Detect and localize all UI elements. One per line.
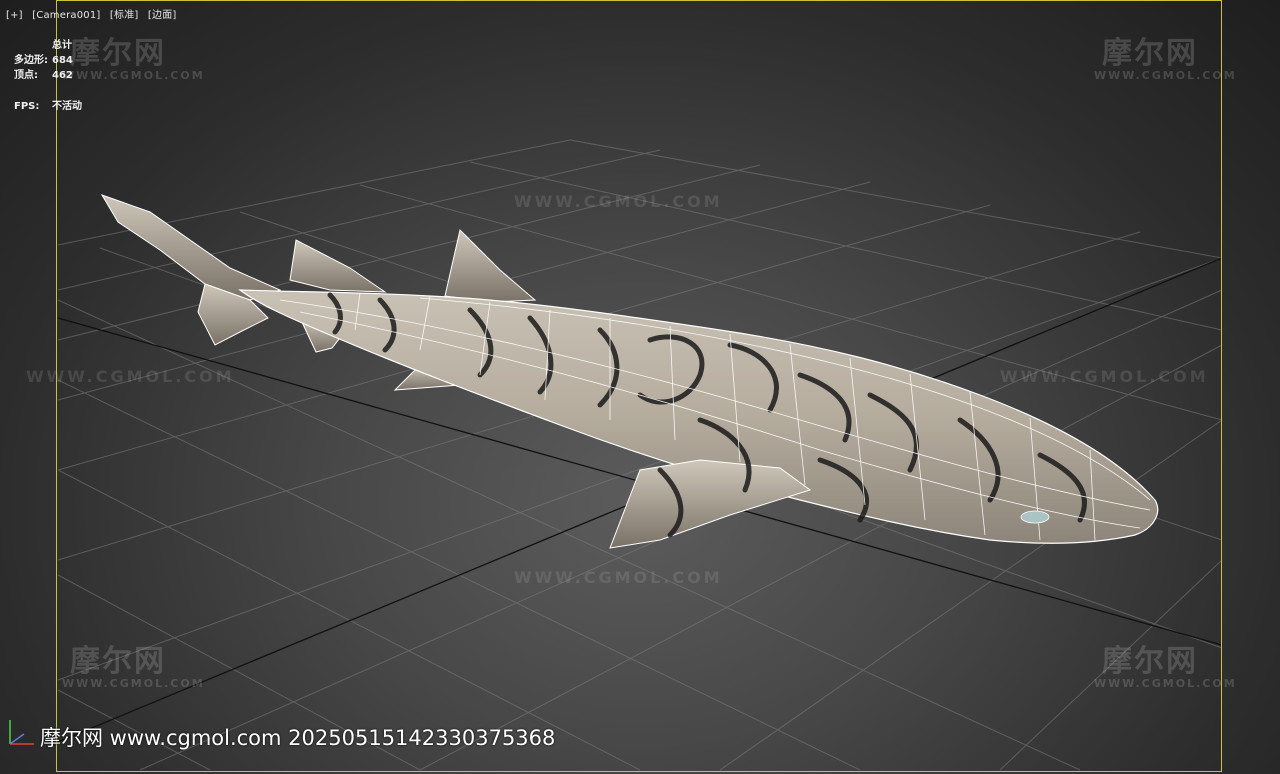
- max-viewport-screenshot: 摩尔网 WWW.CGMOL.COM 摩尔网 WWW.CGMOL.COM 摩尔网 …: [0, 0, 1280, 774]
- shark-second-dorsal-fin: [289, 239, 387, 293]
- stats-polygons-row: 多边形: 684: [14, 53, 82, 68]
- stats-fps-label: FPS:: [14, 101, 40, 112]
- stats-vertices-row: 顶点: 462: [14, 68, 82, 83]
- viewport-menu-edged-faces[interactable]: [边面]: [148, 10, 177, 21]
- shark-tail-upper: [100, 194, 282, 301]
- stats-fps-value: 不活动: [52, 101, 82, 112]
- viewport-menu-camera[interactable]: [Camera001]: [32, 10, 100, 21]
- stats-vertices-value: 462: [52, 70, 73, 81]
- stats-polygons-label: 多边形:: [14, 55, 48, 66]
- shark-model[interactable]: [100, 194, 1159, 549]
- stats-fps-row: FPS: 不活动: [14, 99, 82, 114]
- stats-header: 总计: [52, 40, 72, 51]
- stats-header-row: 总计: [14, 38, 82, 53]
- viewport-menu-general[interactable]: [+]: [6, 10, 23, 21]
- viewport-statistics: 总计 多边形: 684 顶点: 462 FPS: 不活动: [14, 38, 82, 114]
- shark-pectoral-fin: [609, 459, 812, 549]
- stats-polygons-value: 684: [52, 55, 73, 66]
- stats-vertices-label: 顶点:: [14, 70, 38, 81]
- viewport-label-menu: [+] [Camera001] [标准] [边面]: [6, 6, 183, 21]
- axis-gizmo-icon: [9, 720, 34, 745]
- shark-first-dorsal-fin: [444, 229, 537, 303]
- scene-3d: [57, 139, 1223, 771]
- footer-watermark-text: 摩尔网 www.cgmol.com 20250515142330375368: [40, 726, 556, 750]
- viewport-menu-shading[interactable]: [标准]: [110, 10, 139, 21]
- shark-eye: [1020, 510, 1050, 524]
